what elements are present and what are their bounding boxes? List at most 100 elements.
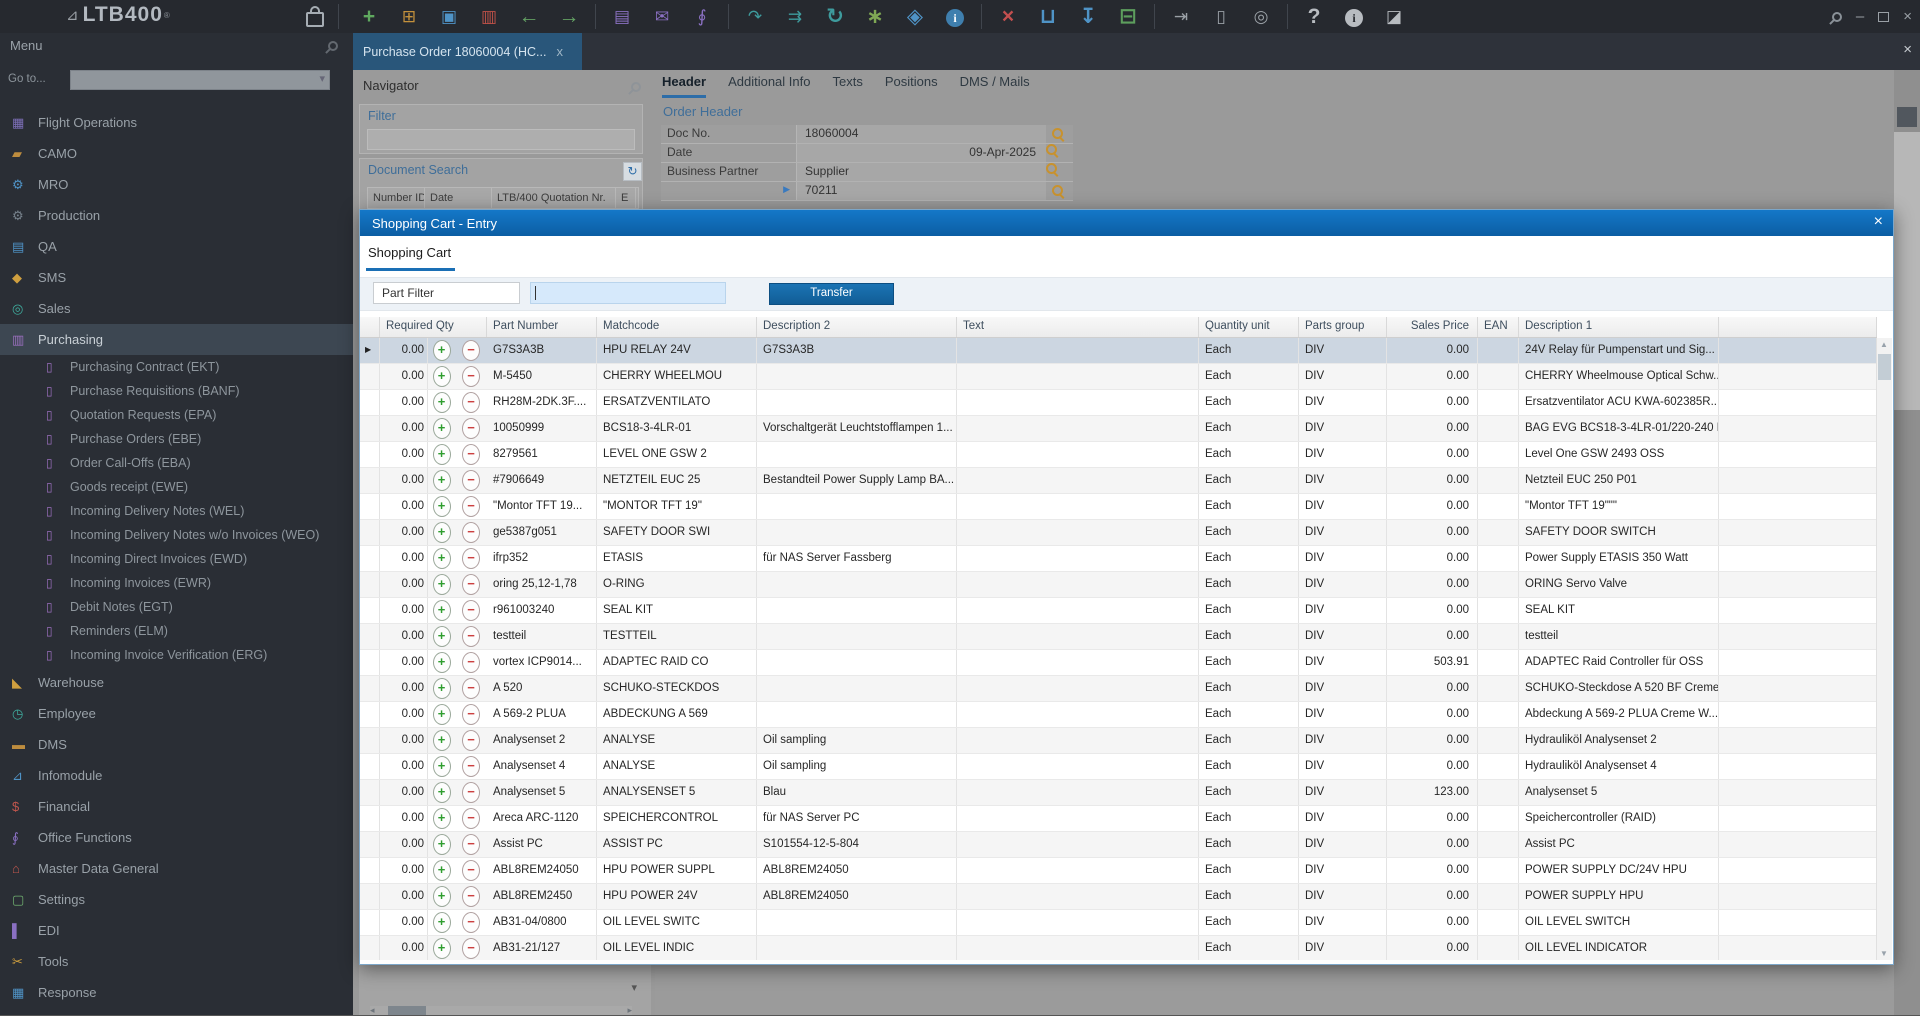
sales-price-cell[interactable]: 0.00 (1387, 754, 1478, 779)
sales-price-cell[interactable]: 0.00 (1387, 338, 1478, 363)
matchcode-cell[interactable]: ANALYSENSET 5 (597, 780, 757, 805)
cart-row[interactable]: 0.00 + − testteil TESTTEIL Each DIV 0.00… (360, 624, 1877, 650)
help-icon[interactable]: ? (1294, 0, 1334, 33)
sales-price-cell[interactable]: 503.91 (1387, 650, 1478, 675)
required-qty-cell[interactable]: 0.00 (380, 832, 428, 857)
ean-cell[interactable] (1478, 338, 1519, 363)
parts-group-cell[interactable]: DIV (1299, 442, 1387, 467)
text-cell[interactable] (957, 390, 1199, 415)
description-2-cell[interactable] (757, 676, 957, 701)
parts-group-cell[interactable]: DIV (1299, 754, 1387, 779)
minus-icon[interactable]: − (462, 626, 480, 647)
part-number-cell[interactable]: Analysenset 2 (487, 728, 597, 753)
description-1-cell[interactable]: "Montor TFT 19""" (1519, 494, 1719, 519)
plus-icon[interactable]: + (432, 652, 451, 673)
sidebar-item-warehouse[interactable]: ◣ Warehouse (0, 667, 353, 698)
quantity-unit-cell[interactable]: Each (1199, 416, 1299, 441)
plus-icon[interactable]: + (432, 938, 451, 959)
sidebar-item-incoming-direct-invoices[interactable]: ▯ Incoming Direct Invoices (EWD) (0, 547, 353, 571)
ean-cell[interactable] (1478, 702, 1519, 727)
column-parts-group[interactable]: Parts group (1299, 317, 1387, 337)
parts-group-cell[interactable]: DIV (1299, 468, 1387, 493)
text-cell[interactable] (957, 572, 1199, 597)
part-number-cell[interactable]: Areca ARC-1120 (487, 806, 597, 831)
matchcode-cell[interactable]: HPU RELAY 24V (597, 338, 757, 363)
required-qty-cell[interactable]: 0.00 (380, 338, 428, 363)
back-icon[interactable]: ← (509, 0, 549, 33)
cart-row[interactable]: 0.00 + − #7906649 NETZTEIL EUC 25 Bestan… (360, 468, 1877, 494)
description-2-cell[interactable] (757, 936, 957, 960)
parts-group-cell[interactable]: DIV (1299, 832, 1387, 857)
sidebar-item-sales[interactable]: ◎ Sales (0, 293, 353, 324)
field-value[interactable]: Supplier (796, 163, 1046, 181)
matchcode-cell[interactable]: ADAPTEC RAID CO (597, 650, 757, 675)
plus-icon[interactable]: + (432, 366, 451, 387)
description-1-cell[interactable]: OIL LEVEL SWITCH (1519, 910, 1719, 935)
ean-cell[interactable] (1478, 442, 1519, 467)
parts-group-cell[interactable]: DIV (1299, 702, 1387, 727)
minus-icon[interactable]: − (462, 522, 480, 543)
right-scroll-strip[interactable] (1894, 70, 1920, 1015)
quantity-unit-cell[interactable]: Each (1199, 390, 1299, 415)
cart-row[interactable]: 0.00 + − ifrp352 ETASIS für NAS Server F… (360, 546, 1877, 572)
quantity-unit-cell[interactable]: Each (1199, 754, 1299, 779)
scrollbar-thumb[interactable] (1894, 132, 1920, 410)
sales-price-cell[interactable]: 0.00 (1387, 884, 1478, 909)
parts-group-cell[interactable]: DIV (1299, 572, 1387, 597)
description-2-cell[interactable]: G7S3A3B (757, 338, 957, 363)
search-icon[interactable] (1052, 185, 1063, 196)
row-selector-cell[interactable] (360, 520, 380, 545)
sidebar-item-incoming-delivery-notes[interactable]: ▯ Incoming Delivery Notes (WEL) (0, 499, 353, 523)
forward-icon[interactable]: → (549, 0, 589, 33)
quantity-unit-cell[interactable]: Each (1199, 676, 1299, 701)
matchcode-cell[interactable]: ABDECKUNG A 569 (597, 702, 757, 727)
redo-icon[interactable]: ↷ (735, 0, 775, 33)
print-icon[interactable]: ▤ (602, 0, 642, 33)
minus-icon[interactable]: − (462, 444, 480, 465)
delete-icon[interactable]: ▥ (469, 0, 509, 33)
goto-dropdown[interactable] (70, 70, 330, 90)
document-search-column[interactable]: Date (425, 188, 492, 208)
save-icon[interactable]: ▣ (429, 0, 469, 33)
minus-icon[interactable]: − (462, 886, 480, 907)
matchcode-cell[interactable]: "MONTOR TFT 19" (597, 494, 757, 519)
tab-additional-info[interactable]: Additional Info (728, 74, 810, 98)
cart-row[interactable]: 0.00 + − ge5387g051 SAFETY DOOR SWI Each… (360, 520, 1877, 546)
text-cell[interactable] (957, 858, 1199, 883)
ean-cell[interactable] (1478, 416, 1519, 441)
description-2-cell[interactable]: Oil sampling (757, 754, 957, 779)
navigator-pin-icon[interactable] (628, 79, 644, 95)
document-search-refresh-icon[interactable] (623, 162, 642, 181)
matchcode-cell[interactable]: HPU POWER 24V (597, 884, 757, 909)
sales-price-cell[interactable]: 0.00 (1387, 806, 1478, 831)
required-qty-cell[interactable]: 0.00 (380, 858, 428, 883)
required-qty-cell[interactable]: 0.00 (380, 754, 428, 779)
description-2-cell[interactable]: ABL8REM24050 (757, 884, 957, 909)
cart-row[interactable]: 0.00 + − Analysenset 5 ANALYSENSET 5 Bla… (360, 780, 1877, 806)
description-2-cell[interactable]: ABL8REM24050 (757, 858, 957, 883)
info-icon[interactable]: i (935, 0, 975, 33)
plus-icon[interactable]: + (432, 600, 451, 621)
sidebar-item-settings[interactable]: ▢ Settings (0, 884, 353, 915)
text-cell[interactable] (957, 780, 1199, 805)
tab-close-icon[interactable]: x (556, 44, 563, 59)
plus-icon[interactable]: + (432, 808, 451, 829)
sidebar-item-response[interactable]: ▦ Response (0, 977, 353, 1008)
cart-row[interactable]: 0.00 + − Analysenset 2 ANALYSE Oil sampl… (360, 728, 1877, 754)
description-2-cell[interactable] (757, 520, 957, 545)
row-selector-cell[interactable] (360, 650, 380, 675)
description-2-cell[interactable] (757, 572, 957, 597)
description-1-cell[interactable]: Hydrauliköl Analysenset 4 (1519, 754, 1719, 779)
text-cell[interactable] (957, 364, 1199, 389)
row-selector-cell[interactable] (360, 598, 380, 623)
plus-icon[interactable]: + (432, 782, 451, 803)
ean-cell[interactable] (1478, 468, 1519, 493)
row-selector-cell[interactable] (360, 858, 380, 883)
matchcode-cell[interactable]: BCS18-3-4LR-01 (597, 416, 757, 441)
minimize-button[interactable]: – (1856, 9, 1864, 24)
required-qty-cell[interactable]: 0.00 (380, 416, 428, 441)
plus-icon[interactable]: + (432, 834, 451, 855)
quantity-unit-cell[interactable]: Each (1199, 936, 1299, 960)
cart-row[interactable]: 0.00 + − Assist PC ASSIST PC S101554-12-… (360, 832, 1877, 858)
field-value[interactable]: 18060004 (796, 125, 1046, 143)
